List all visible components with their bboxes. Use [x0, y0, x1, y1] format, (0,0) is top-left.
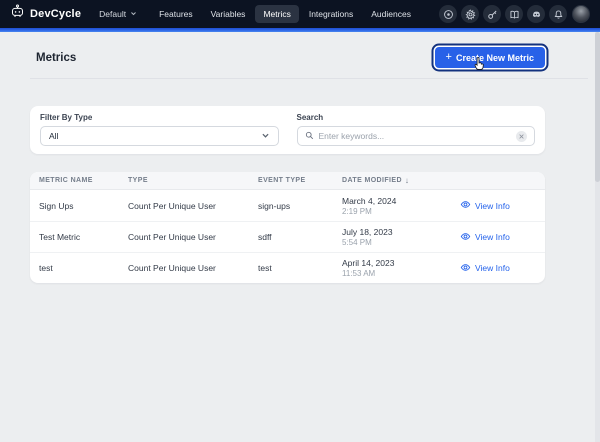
brand-name: DevCycle: [30, 8, 81, 20]
filter-type-select[interactable]: All: [40, 126, 279, 146]
primary-nav: Features Variables Metrics Integrations …: [151, 5, 419, 23]
clear-search-button[interactable]: [516, 131, 527, 142]
type-cell: Count Per Unique User: [128, 232, 258, 242]
nav-item-metrics[interactable]: Metrics: [255, 5, 298, 23]
search-icon: [305, 127, 314, 145]
table-row: Test Metric Count Per Unique User sdff J…: [30, 221, 545, 252]
filter-card: Filter By Type All Search: [30, 106, 545, 154]
search-input[interactable]: Enter keywords...: [297, 126, 536, 146]
filter-by-type-label: Filter By Type: [40, 113, 279, 122]
nav-icon-buttons: [439, 5, 567, 23]
column-header-event-type[interactable]: Event Type: [258, 177, 342, 184]
bell-icon[interactable]: [549, 5, 567, 23]
view-info-link[interactable]: View Info: [460, 231, 545, 244]
top-navbar: DevCycle Default Features Variables Metr…: [0, 0, 600, 28]
view-info-link[interactable]: View Info: [460, 262, 545, 275]
chevron-down-icon: [261, 131, 270, 142]
nav-item-variables[interactable]: Variables: [203, 5, 254, 23]
table-row: test Count Per Unique User test April 14…: [30, 252, 545, 283]
table-body: Sign Ups Count Per Unique User sign-ups …: [30, 190, 545, 283]
view-info-link[interactable]: View Info: [460, 199, 545, 212]
gear-icon[interactable]: [461, 5, 479, 23]
metric-name-cell: Sign Ups: [39, 201, 128, 211]
discord-icon[interactable]: [527, 5, 545, 23]
create-new-metric-label: Create New Metric: [456, 53, 534, 63]
eye-icon: [460, 199, 471, 212]
type-cell: Count Per Unique User: [128, 263, 258, 273]
nav-item-audiences[interactable]: Audiences: [363, 5, 419, 23]
project-selector-label: Default: [99, 9, 126, 19]
search-placeholder: Enter keywords...: [319, 131, 512, 141]
metric-name-cell: test: [39, 263, 128, 273]
type-cell: Count Per Unique User: [128, 201, 258, 211]
metrics-table: Metric Name Type Event Type Date Modifie…: [30, 172, 545, 283]
key-icon[interactable]: [483, 5, 501, 23]
column-header-metric-name[interactable]: Metric Name: [39, 177, 128, 184]
target-icon[interactable]: [439, 5, 457, 23]
plus-icon: +: [446, 52, 452, 63]
devcycle-logo[interactable]: DevCycle: [10, 4, 81, 24]
metric-name-cell: Test Metric: [39, 232, 128, 242]
page-title: Metrics: [36, 52, 76, 64]
nav-item-integrations[interactable]: Integrations: [301, 5, 361, 23]
filter-type-value: All: [49, 131, 261, 141]
eye-icon: [460, 262, 471, 275]
table-header-row: Metric Name Type Event Type Date Modifie…: [30, 172, 545, 190]
event-type-cell: sign-ups: [258, 201, 342, 211]
docs-book-icon[interactable]: [505, 5, 523, 23]
project-selector-dropdown[interactable]: Default: [99, 9, 137, 19]
devcycle-robot-icon: [10, 4, 25, 24]
user-avatar[interactable]: [572, 5, 590, 23]
event-type-cell: sdff: [258, 232, 342, 242]
nav-item-features[interactable]: Features: [151, 5, 201, 23]
date-modified-cell: July 18, 2023 5:54 PM: [342, 227, 460, 247]
date-modified-cell: April 14, 2023 11:53 AM: [342, 258, 460, 278]
scrollbar-thumb[interactable]: [595, 32, 600, 182]
event-type-cell: test: [258, 263, 342, 273]
search-label: Search: [297, 113, 536, 122]
column-header-date-modified[interactable]: Date Modified ↓: [342, 176, 460, 185]
eye-icon: [460, 231, 471, 244]
chevron-down-icon: [130, 9, 137, 19]
column-header-type[interactable]: Type: [128, 177, 258, 184]
table-row: Sign Ups Count Per Unique User sign-ups …: [30, 190, 545, 221]
main-content: Metrics + Create New Metric Filter By Ty…: [0, 32, 600, 442]
date-modified-cell: March 4, 2024 2:19 PM: [342, 196, 460, 216]
app-window: DevCycle Default Features Variables Metr…: [0, 0, 600, 442]
sort-descending-icon: ↓: [405, 176, 409, 185]
header-divider: [30, 78, 588, 79]
create-new-metric-button[interactable]: + Create New Metric: [435, 47, 545, 68]
